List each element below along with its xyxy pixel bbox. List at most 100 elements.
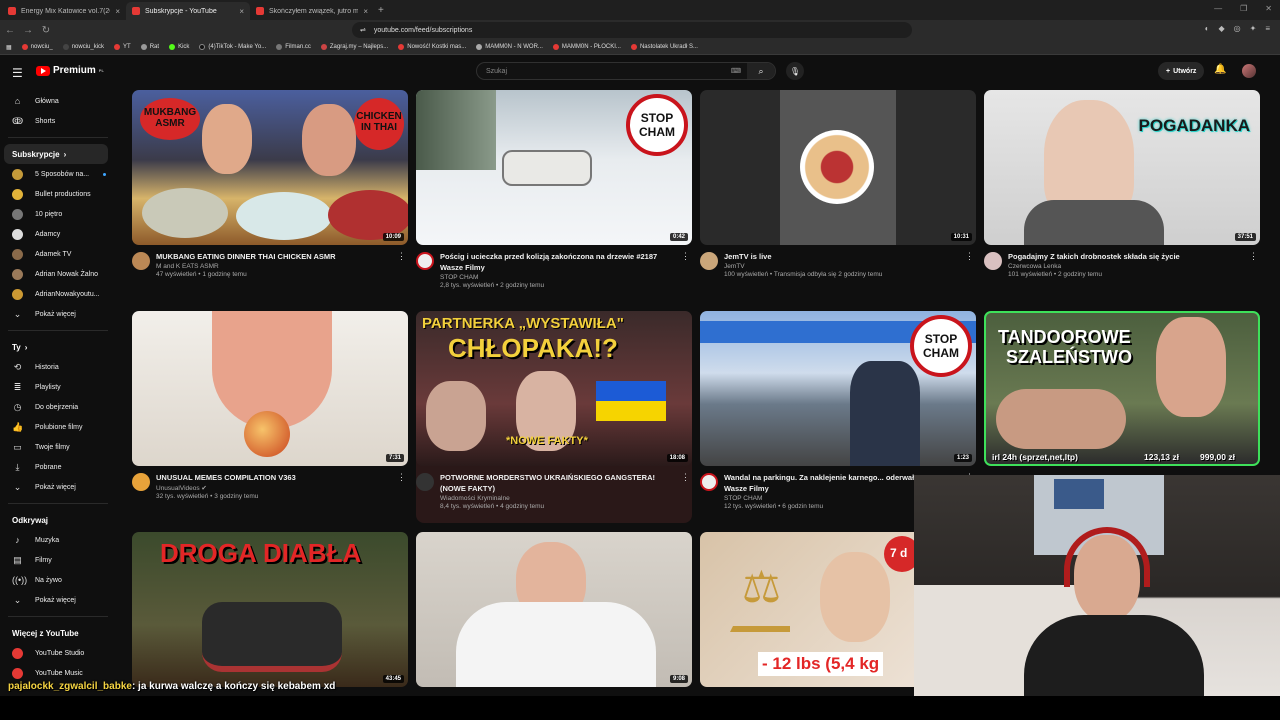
sidebar-channel[interactable]: Adamcy bbox=[0, 224, 116, 244]
channel-name[interactable]: UnusualVideos ✔ bbox=[156, 484, 394, 492]
more-options-icon[interactable]: ⋮ bbox=[681, 472, 690, 483]
sidebar-item-live[interactable]: ((•)) Na żywo bbox=[0, 570, 116, 590]
sidebar-item-yt-music[interactable]: YouTube Music bbox=[0, 663, 116, 683]
sidebar-item-studio[interactable]: YouTube Studio bbox=[0, 643, 116, 663]
close-tab-icon[interactable]: × bbox=[115, 7, 120, 16]
bookmark[interactable]: nowciu_kick bbox=[62, 44, 104, 50]
video-thumbnail[interactable]: DROGA DIABŁA 43:45 bbox=[132, 532, 408, 687]
channel-avatar[interactable] bbox=[700, 252, 718, 270]
create-button[interactable]: + Utwórz bbox=[1158, 62, 1205, 80]
show-more-button[interactable]: ⌄ Pokaż więcej bbox=[0, 304, 116, 324]
video-card[interactable]: DROGA DIABŁA 43:45 bbox=[132, 532, 408, 687]
video-card[interactable]: 10:31 JemTV is live JemTV 100 wyświetleń… bbox=[700, 90, 976, 278]
sidebar-item-your-videos[interactable]: ▭ Twoje filmy bbox=[0, 437, 116, 457]
sidebar-item-history[interactable]: ⟲ Historia bbox=[0, 357, 116, 377]
video-card[interactable]: MUKBANG ASMR CHICKEN IN THAI 10:09 MUKBA… bbox=[132, 90, 408, 278]
sidebar-channel[interactable]: AdrianNowakyoutu... bbox=[0, 284, 116, 304]
channel-avatar[interactable] bbox=[132, 252, 150, 270]
bookmark[interactable]: YT bbox=[114, 44, 131, 50]
video-title[interactable]: UNUSUAL MEMES COMPILATION V363 bbox=[156, 472, 394, 483]
apps-icon[interactable]: ▦ bbox=[6, 44, 12, 51]
sidebar-item-watch-later[interactable]: ◷ Do obejrzenia bbox=[0, 397, 116, 417]
bookmark[interactable]: MAMM0N - PŁOCKI... bbox=[552, 44, 621, 50]
minimize-icon[interactable]: — bbox=[1214, 4, 1222, 13]
video-thumbnail[interactable]: 10:31 bbox=[700, 90, 976, 245]
video-card[interactable]: 7:31 UNUSUAL MEMES COMPILATION V363 Unus… bbox=[132, 311, 408, 500]
hamburger-menu-icon[interactable]: ☰ bbox=[12, 66, 23, 80]
video-thumbnail[interactable]: ⚖ - 12 lbs (5,4 kg 7 d bbox=[700, 532, 914, 687]
video-thumbnail[interactable]: 7:31 bbox=[132, 311, 408, 466]
sidebar-item-films[interactable]: ▤ Filmy bbox=[0, 550, 116, 570]
video-thumbnail[interactable]: STOP CHAM 0:42 bbox=[416, 90, 692, 245]
bookmark[interactable]: Nastolatek Ukradł S... bbox=[630, 44, 698, 50]
browser-tab[interactable]: Skończyłem związek, jutro masz się ... × bbox=[250, 2, 374, 20]
channel-avatar[interactable] bbox=[700, 473, 718, 491]
youtube-logo[interactable]: Premium PL bbox=[36, 65, 104, 76]
show-more-button[interactable]: ⌄ Pokaż więcej bbox=[0, 590, 116, 610]
bookmark[interactable]: MAMM0N - N WOR... bbox=[476, 44, 543, 50]
bookmark[interactable]: Kick bbox=[169, 44, 189, 50]
channel-avatar[interactable] bbox=[984, 252, 1002, 270]
sidebar-channel[interactable]: Adrian Nowak Żalno bbox=[0, 264, 116, 284]
show-more-button[interactable]: ⌄ Pokaż więcej bbox=[0, 477, 116, 497]
avatar[interactable] bbox=[1242, 64, 1256, 78]
sidebar-channel[interactable]: 10 piętro bbox=[0, 204, 116, 224]
notifications-icon[interactable]: 🔔 bbox=[1214, 64, 1226, 75]
video-card[interactable]: 9:08 bbox=[416, 532, 692, 687]
sidebar-channel[interactable]: Adamek TV bbox=[0, 244, 116, 264]
search-box[interactable]: Szukaj ⌨ ⌕ bbox=[476, 62, 776, 80]
video-thumbnail[interactable]: PARTNERKA „WYSTAWIŁA" CHŁOPAKA!? *NOWE F… bbox=[416, 311, 692, 466]
browser-tab-active[interactable]: Subskrypcje - YouTube × bbox=[126, 2, 250, 20]
new-tab-button[interactable]: + bbox=[378, 5, 384, 16]
video-title[interactable]: POTWORNE MORDERSTWO UKRAIŃSKIEGO GANGSTE… bbox=[440, 472, 678, 494]
video-title[interactable]: JemTV is live bbox=[724, 251, 962, 262]
channel-name[interactable]: JemTV bbox=[724, 263, 962, 270]
more-options-icon[interactable]: ⋮ bbox=[965, 251, 974, 262]
channel-avatar[interactable] bbox=[132, 473, 150, 491]
video-card[interactable]: POGADANKA 37:51 Pogadajmy Z takich drobn… bbox=[984, 90, 1260, 278]
bookmark[interactable]: Rat bbox=[140, 44, 159, 50]
video-card[interactable]: ⚖ - 12 lbs (5,4 kg 7 d bbox=[700, 532, 914, 687]
sidebar-item-liked[interactable]: 👍 Polubione filmy bbox=[0, 417, 116, 437]
close-tab-icon[interactable]: × bbox=[239, 7, 244, 16]
bookmark[interactable]: (4)TikTok - Make Yo... bbox=[199, 44, 266, 50]
browser-tab[interactable]: Energy Mix Katowice vol.7(2017) × bbox=[2, 2, 126, 20]
bookmark[interactable]: Filman.cc bbox=[276, 44, 311, 50]
more-options-icon[interactable]: ⋮ bbox=[397, 472, 406, 483]
channel-name[interactable]: Wiadomości Kryminalne bbox=[440, 495, 678, 502]
channel-name[interactable]: Czerwcowa Lenka bbox=[1008, 263, 1246, 270]
sidebar-item-music[interactable]: ♪ Muzyka bbox=[0, 530, 116, 550]
back-icon[interactable]: ← bbox=[2, 25, 18, 36]
sidebar-item-playlists[interactable]: ≣ Playlisty bbox=[0, 377, 116, 397]
extension-icon[interactable]: ◆ bbox=[1218, 24, 1224, 33]
video-thumbnail[interactable]: STOP CHAM 1:23 bbox=[700, 311, 976, 466]
channel-avatar[interactable] bbox=[416, 252, 434, 270]
reload-icon[interactable]: ↻ bbox=[38, 25, 54, 36]
video-thumbnail[interactable]: POGADANKA 37:51 bbox=[984, 90, 1260, 245]
video-title[interactable]: Pościg i ucieczka przed kolizją zakończo… bbox=[440, 251, 678, 273]
search-input[interactable]: Szukaj bbox=[486, 68, 507, 75]
site-info-icon[interactable]: ⇌ bbox=[360, 26, 366, 34]
bookmark[interactable]: Zagraj.my – Najleps... bbox=[320, 44, 388, 50]
sidebar-item-shorts[interactable]: ↂ Shorts bbox=[0, 111, 116, 131]
video-thumbnail[interactable]: 9:08 bbox=[416, 532, 692, 687]
search-button[interactable]: ⌕ bbox=[747, 63, 775, 79]
video-thumbnail[interactable]: TANDOOROWE SZALEŃSTWO irl 24h (sprzet,ne… bbox=[984, 311, 1260, 466]
more-options-icon[interactable]: ⋮ bbox=[1249, 251, 1258, 262]
video-title[interactable]: MUKBANG EATING DINNER THAI CHICKEN ASMR bbox=[156, 251, 394, 262]
extension-icon[interactable]: ◎ bbox=[1234, 24, 1241, 33]
video-card-hovered[interactable]: PARTNERKA „WYSTAWIŁA" CHŁOPAKA!? *NOWE F… bbox=[416, 311, 692, 523]
close-window-icon[interactable]: ✕ bbox=[1265, 4, 1272, 13]
bookmark[interactable]: nowciu_ bbox=[21, 44, 53, 50]
keyboard-icon[interactable]: ⌨ bbox=[731, 67, 741, 75]
channel-name[interactable]: STOP CHAM bbox=[440, 274, 678, 281]
sidebar-item-subscriptions[interactable]: Subskrypcje › bbox=[4, 144, 108, 164]
close-tab-icon[interactable]: × bbox=[363, 7, 368, 16]
sidebar-item-downloads[interactable]: ⤓ Pobrane bbox=[0, 457, 116, 477]
sidebar-channel[interactable]: Bullet productions bbox=[0, 184, 116, 204]
extension-icon[interactable]: ◐ bbox=[1205, 24, 1210, 33]
sidebar-item-home[interactable]: ⌂ Główna bbox=[0, 91, 116, 111]
more-options-icon[interactable]: ⋮ bbox=[397, 251, 406, 262]
more-options-icon[interactable]: ⋮ bbox=[681, 251, 690, 262]
voice-search-button[interactable]: 🎙 bbox=[786, 62, 804, 80]
